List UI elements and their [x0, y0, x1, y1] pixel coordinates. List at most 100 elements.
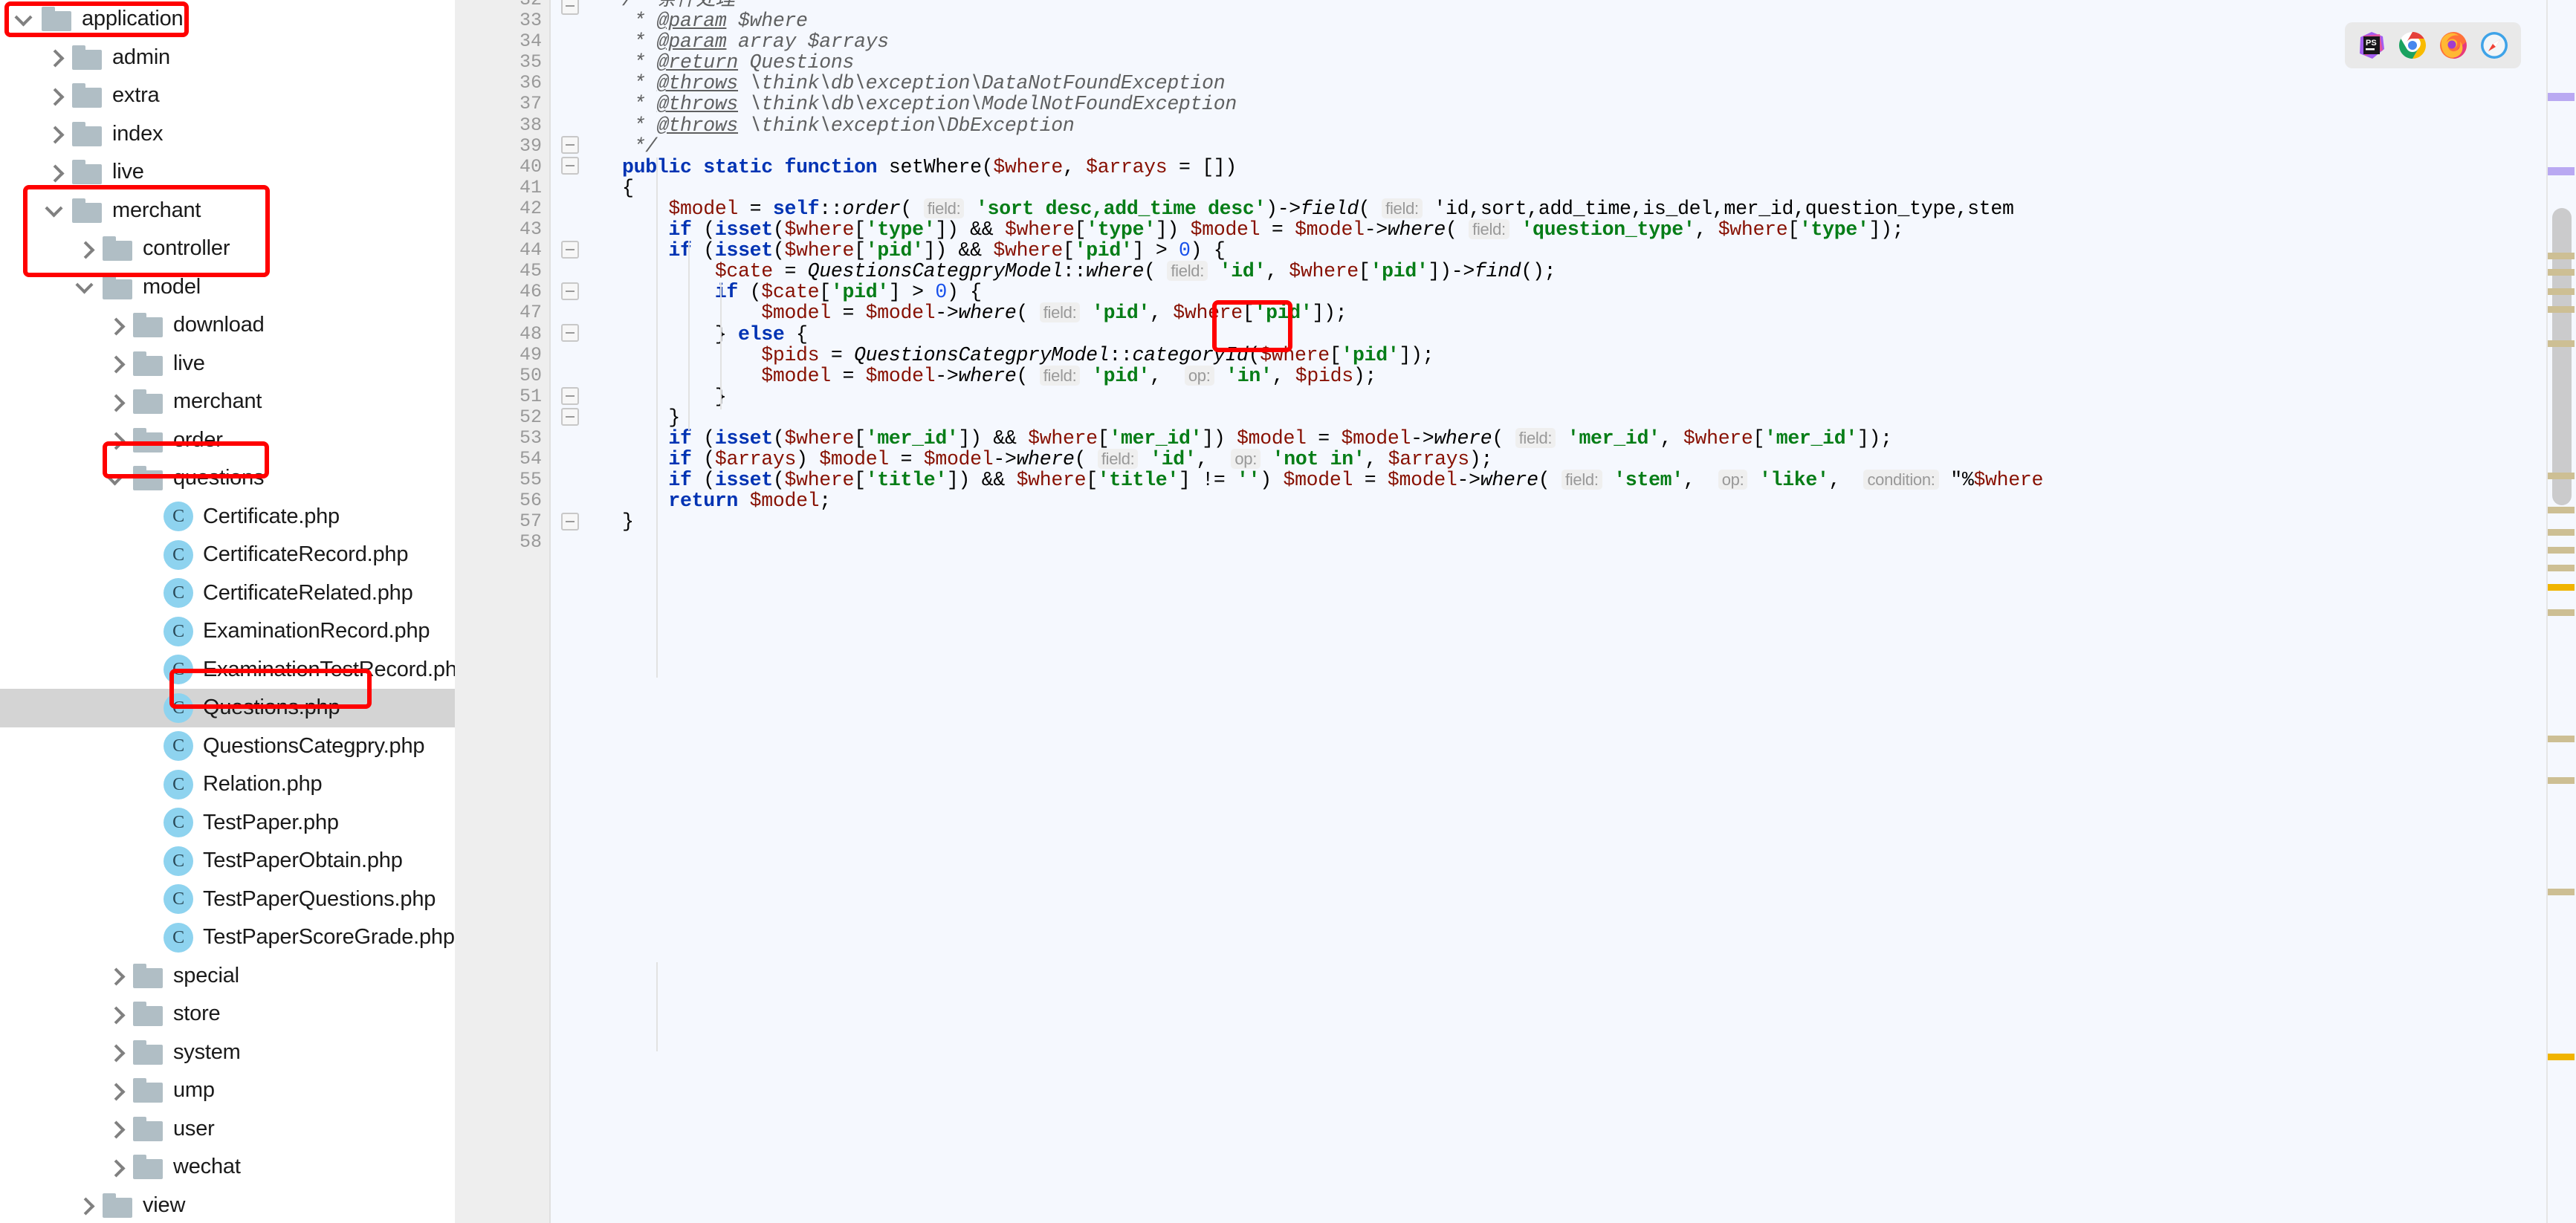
code-line[interactable]: * @throws \think\exception\DbException — [588, 115, 2576, 136]
code-fold-toggle[interactable] — [561, 157, 579, 175]
code-line[interactable]: $model = self::order( field: 'sort desc,… — [588, 198, 2576, 219]
tree-item-model[interactable]: model — [0, 268, 455, 307]
code-line[interactable] — [588, 532, 2576, 553]
code-line[interactable]: $pids = QuestionsCategpryModel::category… — [588, 344, 2576, 365]
chevron-right-icon[interactable] — [105, 1117, 127, 1140]
project-tree-panel[interactable]: application admin extra index live merchant co… — [0, 0, 455, 1223]
tree-item-certificate-php[interactable]: C Certificate.php — [0, 498, 455, 536]
code-fold-toggle[interactable] — [561, 387, 579, 405]
tree-item-relation-php[interactable]: C Relation.php — [0, 765, 455, 804]
tree-item-store[interactable]: store — [0, 995, 455, 1034]
tree-item-special[interactable]: special — [0, 957, 455, 996]
tree-item-controller[interactable]: controller — [0, 230, 455, 268]
tree-item-extra[interactable]: extra — [0, 77, 455, 115]
tree-item-examinationtestrecord-php[interactable]: C ExaminationTestRecord.php — [0, 651, 455, 690]
chevron-right-icon[interactable] — [74, 238, 97, 260]
chevron-right-icon[interactable] — [105, 1080, 127, 1102]
code-line[interactable]: } else { — [588, 323, 2576, 344]
code-editor[interactable]: 3233343536373839404142434445464748495051… — [455, 0, 2576, 1223]
tree-item-merchant[interactable]: merchant — [0, 383, 455, 421]
tree-item-testpaper-php[interactable]: C TestPaper.php — [0, 804, 455, 843]
code-line[interactable]: $model = $model->where( field: 'pid', $w… — [588, 302, 2576, 323]
tree-item-application[interactable]: application — [0, 0, 455, 39]
chevron-right-icon[interactable] — [105, 391, 127, 413]
chevron-right-icon[interactable] — [44, 85, 66, 107]
tree-item-system[interactable]: system — [0, 1034, 455, 1072]
tree-item-view[interactable]: view — [0, 1187, 455, 1223]
phpstorm-icon[interactable]: PS — [2357, 31, 2386, 59]
code-line[interactable]: /**条件处理 — [588, 0, 2576, 10]
marker-stripe-bar[interactable] — [2546, 0, 2576, 1223]
code-line[interactable]: * @throws \think\db\exception\ModelNotFo… — [588, 94, 2576, 114]
chevron-right-icon[interactable] — [44, 161, 66, 184]
tree-item-questions[interactable]: questions — [0, 459, 455, 498]
code-fold-toggle[interactable] — [561, 136, 579, 154]
code-fold-toggle[interactable] — [561, 0, 579, 15]
chevron-right-icon[interactable] — [74, 1194, 97, 1216]
code-line[interactable]: public static function setWhere($where, … — [588, 157, 2576, 178]
code-line[interactable]: } — [588, 407, 2576, 428]
code-content[interactable]: /**条件处理 * @param $where * @param array $… — [588, 0, 2576, 1223]
tree-item-merchant[interactable]: merchant — [0, 192, 455, 230]
tree-item-questionscategpry-php[interactable]: C QuestionsCategpry.php — [0, 727, 455, 766]
code-line[interactable]: } — [588, 511, 2576, 532]
tree-item-user[interactable]: user — [0, 1110, 455, 1149]
tree-item-order[interactable]: order — [0, 421, 455, 460]
tree-item-questions-php[interactable]: C Questions.php — [0, 689, 455, 727]
code-fold-toggle[interactable] — [561, 324, 579, 342]
tree-item-live[interactable]: live — [0, 153, 455, 192]
code-line[interactable]: */ — [588, 136, 2576, 157]
code-line[interactable]: $model = $model->where( field: 'pid', op… — [588, 366, 2576, 386]
tree-item-admin[interactable]: admin — [0, 39, 455, 77]
tree-item-index[interactable]: index — [0, 115, 455, 154]
code-fold-toggle[interactable] — [561, 408, 579, 426]
tree-item-download[interactable]: download — [0, 306, 455, 345]
fold-marker-gutter[interactable] — [549, 0, 588, 1223]
code-fold-toggle[interactable] — [561, 241, 579, 259]
tree-item-examinationrecord-php[interactable]: C ExaminationRecord.php — [0, 612, 455, 651]
code-fold-toggle[interactable] — [561, 282, 579, 300]
tree-item-ump[interactable]: ump — [0, 1071, 455, 1110]
code-line[interactable]: $cate = QuestionsCategpryModel::where( f… — [588, 261, 2576, 282]
chevron-right-icon[interactable] — [44, 123, 66, 145]
project-tree[interactable]: application admin extra index live merchant co… — [0, 0, 455, 1223]
tree-item-certificaterecord-php[interactable]: C CertificateRecord.php — [0, 536, 455, 574]
chevron-right-icon[interactable] — [105, 352, 127, 374]
code-line[interactable]: if (isset($where['title']) && $where['ti… — [588, 470, 2576, 490]
browser-launch-toolbar[interactable]: PS — [2345, 22, 2521, 68]
chrome-icon[interactable] — [2398, 31, 2427, 59]
chevron-right-icon[interactable] — [105, 1041, 127, 1063]
code-line[interactable]: { — [588, 178, 2576, 198]
tree-item-live[interactable]: live — [0, 345, 455, 383]
chevron-right-icon[interactable] — [105, 964, 127, 987]
tree-item-certificaterelated-php[interactable]: C CertificateRelated.php — [0, 574, 455, 613]
chevron-down-icon[interactable] — [74, 276, 97, 298]
chevron-right-icon[interactable] — [105, 1003, 127, 1025]
code-line[interactable]: if ($cate['pid'] > 0) { — [588, 282, 2576, 302]
code-line[interactable]: * @throws \think\db\exception\DataNotFou… — [588, 73, 2576, 94]
chevron-right-icon[interactable] — [105, 429, 127, 451]
chevron-right-icon[interactable] — [105, 1156, 127, 1178]
folder-icon — [133, 351, 164, 376]
tree-item-testpaperscoregrade-php[interactable]: C TestPaperScoreGrade.php — [0, 918, 455, 957]
chevron-down-icon[interactable] — [105, 467, 127, 490]
chevron-right-icon[interactable] — [105, 314, 127, 337]
chevron-down-icon[interactable] — [44, 199, 66, 221]
code-line[interactable]: if (isset($where['type']) && $where['typ… — [588, 219, 2576, 240]
chevron-right-icon[interactable] — [44, 46, 66, 68]
code-line[interactable]: } — [588, 386, 2576, 407]
tree-item-testpaperquestions-php[interactable]: C TestPaperQuestions.php — [0, 880, 455, 919]
chevron-down-icon[interactable] — [13, 8, 36, 30]
code-line[interactable]: * @param array $arrays — [588, 31, 2576, 52]
code-line[interactable]: if (isset($where['pid']) && $where['pid'… — [588, 240, 2576, 261]
tree-item-wechat[interactable]: wechat — [0, 1148, 455, 1187]
code-line[interactable]: return $model; — [588, 490, 2576, 511]
code-line[interactable]: if (isset($where['mer_id']) && $where['m… — [588, 428, 2576, 449]
code-line[interactable]: * @return Questions — [588, 52, 2576, 73]
code-line[interactable]: * @param $where — [588, 10, 2576, 31]
firefox-icon[interactable] — [2439, 31, 2467, 59]
tree-item-testpaperobtain-php[interactable]: C TestPaperObtain.php — [0, 842, 455, 880]
code-line[interactable]: if ($arrays) $model = $model->where( fie… — [588, 449, 2576, 470]
code-fold-toggle[interactable] — [561, 513, 579, 531]
safari-icon[interactable] — [2480, 31, 2508, 59]
